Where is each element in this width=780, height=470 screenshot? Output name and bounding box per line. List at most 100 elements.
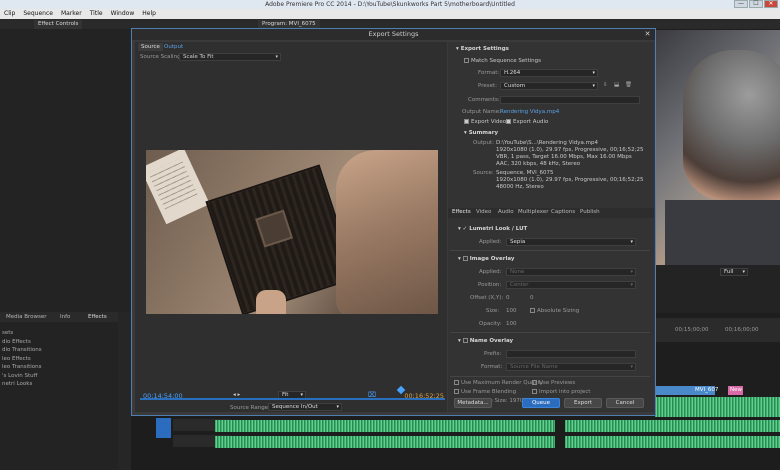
summary-output-label: Output:: [473, 140, 494, 146]
match-sequence-checkbox[interactable]: Match Sequence Settings: [464, 58, 541, 64]
name-format-label: Format:: [481, 364, 503, 370]
tab-output[interactable]: Output: [161, 43, 186, 51]
overlay-position-select[interactable]: Center ▾: [506, 281, 636, 289]
tab-info[interactable]: Info: [60, 314, 70, 320]
name-format-select[interactable]: Source File Name ▾: [506, 363, 636, 371]
audio-waveform-clip[interactable]: [215, 420, 555, 432]
close-window-button[interactable]: ✕: [764, 0, 778, 8]
tab-video[interactable]: Video: [476, 209, 491, 215]
tab-effects[interactable]: Effects: [88, 314, 107, 320]
list-item[interactable]: netri Looks: [0, 381, 118, 390]
name-overlay-header[interactable]: ▾ Name Overlay: [458, 338, 513, 344]
audio-waveform-clip[interactable]: [565, 436, 780, 448]
program-fit-select[interactable]: Full ▾: [720, 268, 748, 276]
window-controls: — ☐ ✕: [734, 0, 778, 8]
source-scaling-select[interactable]: Scale To Fit ▾: [179, 53, 281, 61]
export-settings-dialog: Export Settings ✕ Source Output Source S…: [131, 28, 656, 416]
max-render-checkbox[interactable]: Use Maximum Render Quality: [454, 380, 543, 386]
export-settings-header[interactable]: ▾ Export Settings: [456, 46, 509, 52]
comments-label: Comments:: [468, 97, 500, 103]
close-icon[interactable]: ✕: [643, 30, 652, 39]
absolute-sizing-checkbox[interactable]: Absolute Sizing: [530, 308, 579, 314]
frame-blending-checkbox[interactable]: Use Frame Blending: [454, 389, 516, 395]
audio-waveform-clip[interactable]: [215, 436, 555, 448]
maximize-button[interactable]: ☐: [749, 0, 763, 8]
export-video-checkbox[interactable]: Export Video: [464, 119, 506, 125]
source-range-select[interactable]: Sequence In/Out ▾: [268, 403, 342, 411]
output-name-link[interactable]: Rendering Vidya.mp4: [500, 109, 559, 115]
track-target-tag[interactable]: [156, 418, 171, 438]
source-panel: [0, 29, 131, 312]
summary-output-line: D:\YouTube\S...\Rendering Vidya.mp4: [496, 140, 598, 146]
cancel-button[interactable]: Cancel: [606, 398, 644, 408]
overlay-size-value[interactable]: 100: [506, 308, 517, 314]
overlay-applied-select[interactable]: None ▾: [506, 268, 636, 276]
name-prefix-input[interactable]: [506, 350, 636, 358]
dialog-title: Export Settings ✕: [132, 29, 655, 40]
list-item[interactable]: dio Effects: [0, 339, 118, 348]
person-shirt-image: [665, 200, 780, 265]
audio-waveform-clip[interactable]: [655, 397, 780, 417]
use-previews-checkbox[interactable]: Use Previews: [532, 380, 575, 386]
video-clip[interactable]: MVI_607: [655, 386, 718, 395]
image-overlay-header[interactable]: ▾ Image Overlay: [458, 256, 514, 262]
delete-preset-icon[interactable]: 🗑: [625, 82, 632, 88]
menu-title[interactable]: Title: [90, 9, 103, 19]
timeline-ruler: 00;15;00;00 00;16;00;00: [655, 318, 780, 342]
summary-output-line: VBR, 1 pass, Target 16.00 Mbps, Max 16.0…: [496, 154, 632, 160]
export-button[interactable]: Export: [564, 398, 602, 408]
settings-pane: ▾ Export Settings Match Sequence Setting…: [448, 42, 654, 412]
menu-help[interactable]: Help: [142, 9, 156, 19]
summary-source-line: Sequence, MVI_6075: [496, 170, 554, 176]
audio-waveform-clip[interactable]: [565, 420, 780, 432]
metadata-button[interactable]: Metadata...: [454, 398, 492, 408]
menu-marker[interactable]: Marker: [61, 9, 82, 19]
list-item[interactable]: sets: [0, 330, 118, 339]
tab-source[interactable]: Source: [138, 43, 163, 51]
import-preset-icon[interactable]: ⬓: [614, 82, 619, 88]
menu-window[interactable]: Window: [111, 9, 135, 19]
preview-tabs: Source Output: [135, 42, 447, 52]
menu-sequence[interactable]: Sequence: [23, 9, 53, 19]
list-item[interactable]: 's Lovin Stuff: [0, 373, 118, 382]
overlay-offset-x[interactable]: 0: [506, 295, 510, 301]
tab-effect-controls[interactable]: Effect Controls: [34, 20, 83, 29]
export-audio-checkbox[interactable]: Export Audio: [506, 119, 548, 125]
preset-select[interactable]: Custom ▾: [500, 82, 598, 90]
import-project-checkbox[interactable]: Import into project: [532, 389, 590, 395]
minimize-button[interactable]: —: [734, 0, 748, 8]
list-item[interactable]: leo Transitions: [0, 364, 118, 373]
clip-label: New: [730, 387, 742, 393]
format-select[interactable]: H.264 ▾: [500, 69, 598, 77]
tab-media-browser[interactable]: Media Browser: [6, 314, 47, 320]
tab-publish[interactable]: Publish: [580, 209, 600, 215]
preview-video-frame: [146, 150, 438, 314]
divider: [450, 376, 650, 377]
effects-panel-tabs: Media Browser Info Effects: [0, 312, 118, 322]
list-item[interactable]: dio Transitions: [0, 347, 118, 356]
tab-multiplexer[interactable]: Multiplexer: [518, 209, 548, 215]
overlay-opacity-value[interactable]: 100: [506, 321, 517, 327]
tab-effects[interactable]: Effects: [452, 209, 471, 215]
tab-audio[interactable]: Audio: [498, 209, 514, 215]
summary-header[interactable]: ▾ Summary: [464, 130, 498, 136]
tab-captions[interactable]: Captions: [551, 209, 575, 215]
timeline-tracks: [131, 416, 780, 470]
settings-tabs: Effects Video Audio Multiplexer Captions…: [448, 208, 654, 218]
program-monitor-image: [655, 30, 780, 265]
lumetri-header[interactable]: ▾ ✓ Lumetri Look / LUT: [458, 226, 527, 232]
overlay-offset-y[interactable]: 0: [530, 295, 534, 301]
summary-source-line: 48000 Hz, Stereo: [496, 184, 544, 190]
menu-clip[interactable]: Clip: [4, 9, 15, 19]
source-scaling-label: Source Scaling:: [140, 54, 183, 60]
effects-panel: Media Browser Info Effects sets dio Effe…: [0, 312, 118, 470]
preview-scrubber[interactable]: [140, 398, 445, 400]
list-item[interactable]: leo Effects: [0, 356, 118, 365]
summary-source-label: Source:: [473, 170, 494, 176]
lumetri-applied-select[interactable]: Sepia ▾: [506, 238, 636, 246]
comments-input[interactable]: [500, 96, 640, 104]
queue-button[interactable]: Queue: [522, 398, 560, 408]
video-clip[interactable]: New: [728, 386, 743, 395]
person-image: [336, 150, 438, 314]
save-preset-icon[interactable]: ⇩: [603, 82, 608, 88]
